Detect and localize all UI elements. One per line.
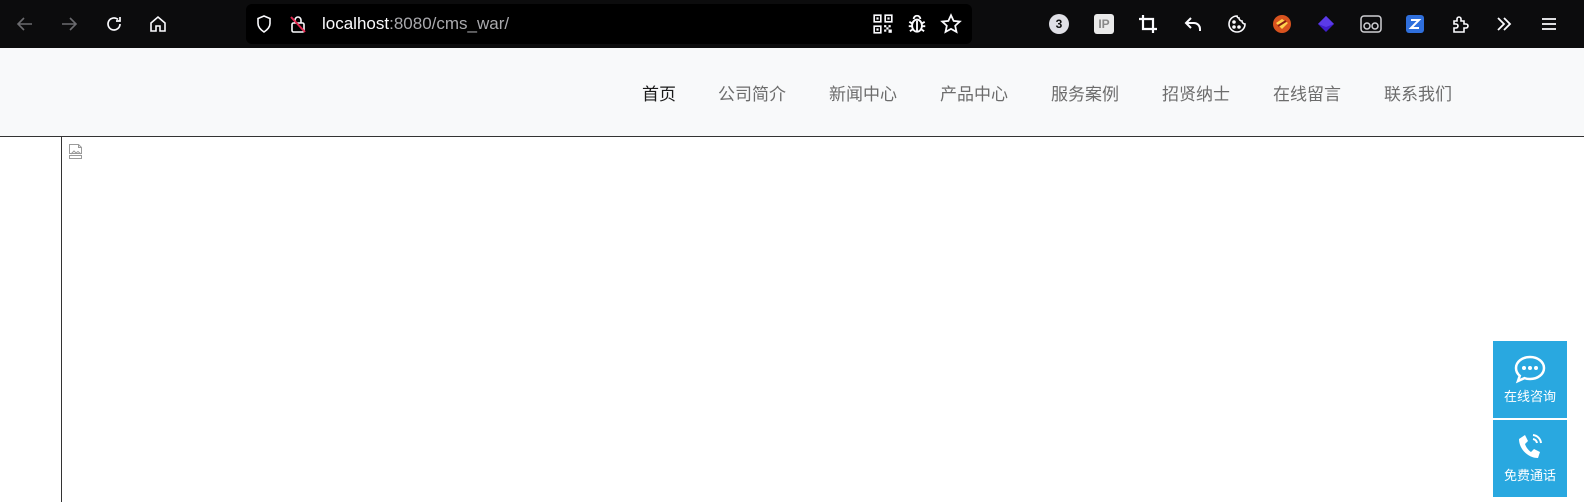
free-call-label: 免费通话 [1503,469,1556,484]
nav-item-news[interactable]: 新闻中心 [829,80,897,105]
nav-item-message[interactable]: 在线留言 [1273,80,1341,105]
bug-icon[interactable] [906,13,928,35]
crop-icon[interactable] [1136,12,1160,36]
orange-extension-icon[interactable] [1270,12,1294,36]
chat-bubble-icon [1514,355,1546,384]
broken-image-icon [68,143,84,160]
nav-item-home[interactable]: 首页 [642,80,676,105]
online-consult-button[interactable]: 在线咨询 [1493,341,1567,418]
shield-icon[interactable] [254,14,274,34]
nav-item-company[interactable]: 公司简介 [718,80,786,105]
purple-extension-icon[interactable] [1314,12,1338,36]
address-bar[interactable]: localhost:8080/cms_war/ [246,4,972,44]
free-call-button[interactable]: 免费通话 [1493,420,1567,497]
phone-icon [1519,434,1542,458]
site-navbar: 首页 公司简介 新闻中心 产品中心 服务案例 招贤纳士 在线留言 联系我们 [0,48,1584,137]
url-text[interactable]: localhost:8080/cms_war/ [322,4,509,44]
qr-code-icon[interactable] [872,13,894,35]
overflow-chevrons-icon[interactable] [1492,12,1516,36]
browser-toolbar: localhost:8080/cms_war/ 3 IP [0,0,1584,48]
nav-item-careers[interactable]: 招贤纳士 [1162,80,1230,105]
nav-item-products[interactable]: 产品中心 [940,80,1008,105]
extension-badge: 3 [1049,14,1069,34]
reload-icon[interactable] [98,8,130,40]
undo-arrow-icon[interactable] [1181,12,1205,36]
insecure-lock-icon[interactable] [288,14,308,34]
extension-badge-icon[interactable]: 3 [1047,12,1071,36]
nav-item-contact[interactable]: 联系我们 [1384,80,1452,105]
hamburger-menu-icon[interactable] [1537,12,1561,36]
home-icon[interactable] [142,8,174,40]
extensions-puzzle-icon[interactable] [1448,12,1472,36]
content-divider [61,137,62,502]
nav-item-cases[interactable]: 服务案例 [1051,80,1119,105]
ip-extension-label: IP [1094,14,1114,34]
url-path: :8080/cms_war/ [389,14,510,33]
forward-arrow-icon[interactable] [53,8,85,40]
online-consult-label: 在线咨询 [1503,390,1556,405]
page-content [0,137,1584,502]
glasses-extension-icon[interactable] [1359,12,1383,36]
back-arrow-icon[interactable] [9,8,41,40]
z-extension-icon[interactable] [1403,12,1427,36]
ip-extension-icon[interactable]: IP [1092,12,1116,36]
star-icon[interactable] [940,13,962,35]
url-host: localhost [322,14,390,33]
cookie-icon[interactable] [1225,12,1249,36]
